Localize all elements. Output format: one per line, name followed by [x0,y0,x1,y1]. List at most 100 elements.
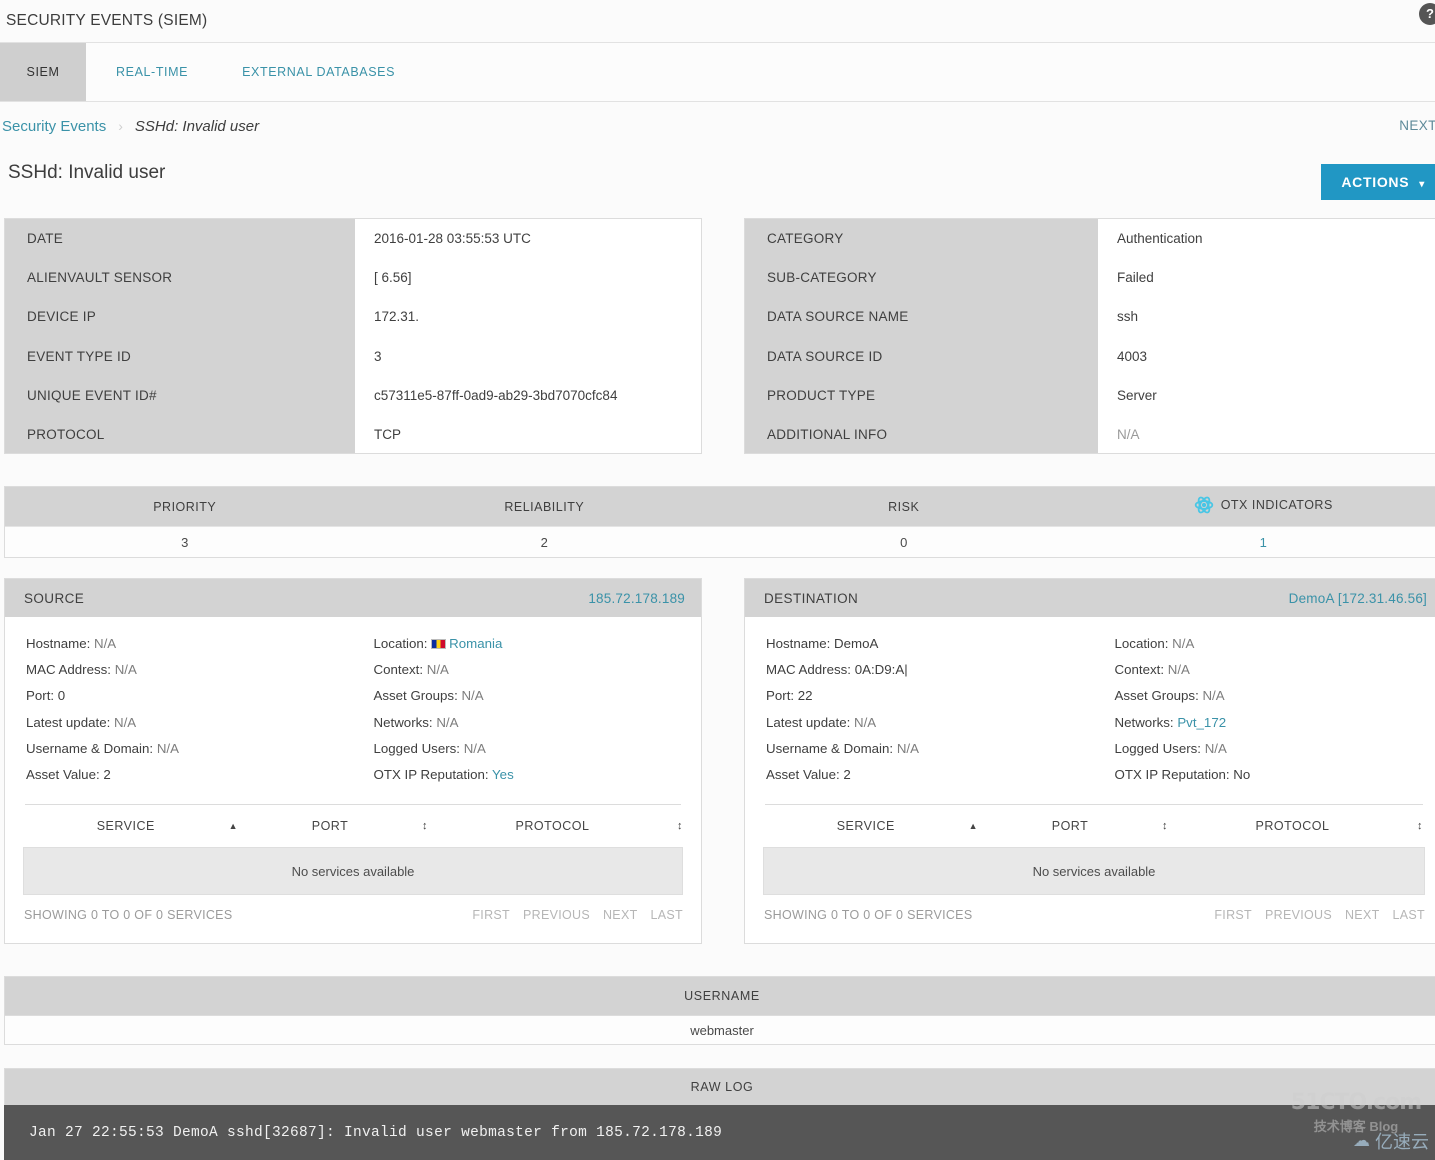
metric-header-reliability: RELIABILITY [504,499,585,514]
detail-value: 4003 [1117,348,1148,364]
event-metrics-value-row: 3 2 0 1 [5,526,1435,557]
field-key: Asset Value [766,767,836,783]
field-value[interactable]: Pvt_172 [1177,715,1226,730]
field-key: MAC Address [766,662,848,678]
field-value: N/A [113,714,137,730]
field-key: Logged Users [373,740,457,756]
detail-label: EVENT TYPE ID [27,348,132,364]
source-field-username-domain: Username & Domain: N/A [26,740,179,756]
source-col-port[interactable]: PORT ↕ [238,819,428,833]
metric-value-otx-indicators[interactable]: 1 [1084,535,1435,550]
destination-field-hostname: Hostname: DemoA [766,636,879,651]
field-value: N/A [853,714,877,730]
field-key: OTX IP Reputation [1114,767,1226,783]
destination-field-otx-ip-reputation: OTX IP Reputation: No [1114,767,1251,783]
detail-label: DATA SOURCE NAME [767,309,909,325]
tab-real-time[interactable]: REAL-TIME [86,43,218,101]
source-services-empty: No services available [23,847,683,896]
destination-col-port[interactable]: PORT ↕ [978,819,1168,833]
raw-log-header: RAW LOG [4,1068,1435,1105]
help-circle-icon[interactable]: ? [1419,3,1435,25]
source-card: SOURCE 185.72.178.189 Hostname: N/A MAC … [4,578,702,944]
pager-last[interactable]: LAST [651,908,683,922]
event-metrics-header-row: PRIORITY RELIABILITY RISK OTX INDICATORS [5,487,1435,526]
destination-pager: FIRST PREVIOUS NEXT LAST [1214,908,1425,922]
field-value: 22 [797,688,813,704]
detail-label: DEVICE IP [27,309,97,325]
destination-field-location: Location: N/A [1114,636,1195,651]
tab-external-databases[interactable]: EXTERNAL DATABASES [218,43,419,101]
detail-value: ssh [1117,309,1139,325]
source-field-location: Location: Romania [373,636,503,651]
field-value: N/A [426,662,449,678]
column-label: SERVICE [836,819,895,834]
pager-previous[interactable]: PREVIOUS [1265,908,1332,922]
metric-value-priority: 3 [181,534,189,550]
pager-first[interactable]: FIRST [472,908,510,922]
field-key: Username & Domain [26,740,150,756]
source-field-logged-users: Logged Users: N/A [373,740,486,756]
field-value: N/A [1202,688,1225,704]
breadcrumb-current: SSHd: Invalid user [134,117,260,135]
destination-right-fields: Location: N/A Context: N/A Asset Groups:… [1095,631,1435,788]
destination-field-context: Context: N/A [1114,662,1190,678]
source-services-header: SERVICE ▲ PORT ↕ PROTOCOL ↕ [5,805,701,847]
pager-next[interactable]: NEXT [603,908,638,922]
sort-both-icon: ↕ [1417,819,1423,832]
sort-ascending-icon: ▲ [968,821,978,832]
destination-services-footer: SHOWING 0 TO 0 OF 0 SERVICES FIRST PREVI… [745,895,1435,922]
field-value[interactable]: Romania [449,636,502,651]
source-ip-link[interactable]: 185.72.178.189 [588,591,685,606]
breadcrumb-root-link[interactable]: Security Events [2,118,106,135]
app-header: SECURITY EVENTS (SIEM) ? [0,0,1435,42]
pager-last[interactable]: LAST [1393,908,1425,922]
destination-ip-link[interactable]: DemoA [172.31.46.56] [1289,591,1427,606]
source-field-asset-groups: Asset Groups: N/A [373,688,484,704]
source-showing-count: SHOWING 0 TO 0 OF 0 SERVICES [24,908,233,923]
pager-previous[interactable]: PREVIOUS [523,908,590,922]
detail-label: PROTOCOL [27,427,105,443]
metric-value-risk: 0 [900,534,908,550]
destination-left-fields: Hostname: DemoA MAC Address: 0A:D9:A| Po… [745,631,1095,788]
metric-value-reliability: 2 [540,534,548,550]
destination-services-header: SERVICE ▲ PORT ↕ PROTOCOL ↕ [745,805,1435,847]
column-label: PORT [311,819,349,834]
field-value[interactable]: Yes [492,767,514,782]
field-value: N/A [1204,740,1227,756]
tab-siem[interactable]: SIEM [0,43,86,101]
field-key: Port [26,688,51,704]
source-field-context: Context: N/A [373,662,449,678]
raw-log-content: Jan 27 22:55:53 DemoA sshd[32687]: Inval… [4,1105,1435,1160]
destination-col-service[interactable]: SERVICE ▲ [763,819,978,833]
actions-button[interactable]: ACTIONS ▾ [1321,164,1435,200]
pager-next[interactable]: NEXT [1345,908,1380,922]
field-key: Hostname [766,636,827,651]
column-label: PORT [1051,819,1089,834]
field-key: Networks [373,714,429,730]
destination-col-protocol[interactable]: PROTOCOL ↕ [1168,819,1423,833]
field-key: Context [373,662,420,678]
detail-label: CATEGORY [767,231,844,247]
source-title: SOURCE [24,590,85,606]
destination-services-empty: No services available [763,847,1425,896]
source-col-protocol[interactable]: PROTOCOL ↕ [428,819,683,833]
actions-button-label: ACTIONS [1341,174,1410,190]
detail-value: TCP [374,427,401,443]
pager-first[interactable]: FIRST [1214,908,1252,922]
field-value: N/A [94,636,117,651]
source-pager: FIRST PREVIOUS NEXT LAST [472,908,683,922]
detail-label: UNIQUE EVENT ID# [27,387,157,403]
sort-ascending-icon: ▲ [228,821,238,832]
breadcrumb: Security Events › SSHd: Invalid user [0,102,1435,150]
detail-label: SUB-CATEGORY [767,270,877,286]
metric-header-risk: RISK [888,499,920,514]
source-col-service[interactable]: SERVICE ▲ [23,819,238,833]
destination-field-username-domain: Username & Domain: N/A [766,740,919,756]
field-key: Location [1114,636,1165,651]
next-event-link[interactable]: NEXT > [1399,118,1435,133]
detail-value: 172.31. [374,309,420,325]
source-field-networks: Networks: N/A [373,714,459,730]
field-value: N/A [114,662,137,678]
field-key: OTX IP Reputation [373,767,485,783]
field-value: N/A [436,714,459,730]
